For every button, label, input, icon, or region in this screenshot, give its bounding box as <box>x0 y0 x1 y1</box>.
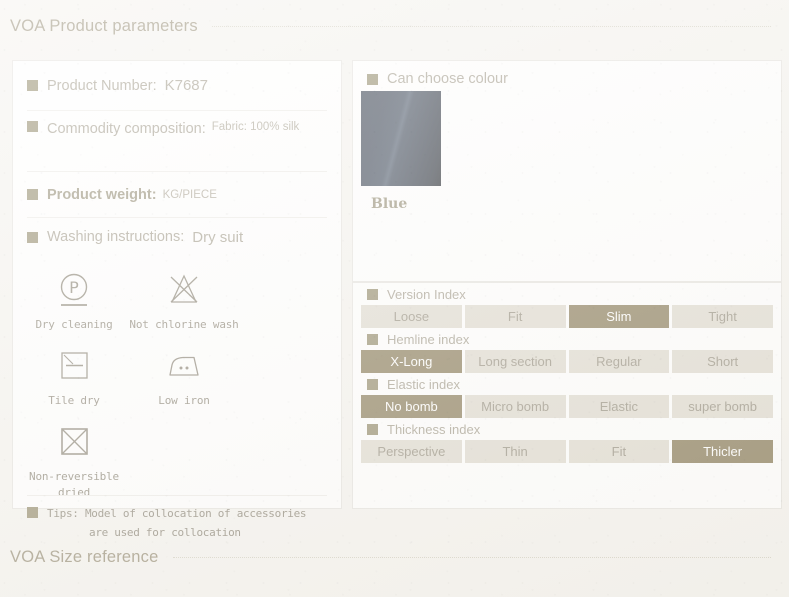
wash-symbol-non-reversible-dried: Non-reversible dried <box>19 409 129 501</box>
index-group-version: Version Index Loose Fit Slim Tight <box>353 283 781 328</box>
elastic-index-label: Elastic index <box>387 376 460 392</box>
tips-line-2: are used for collocation <box>89 526 241 540</box>
bullet-square-icon <box>367 333 378 345</box>
size-reference-title: VOA Size reference <box>10 548 159 566</box>
option-x-long[interactable]: X-Long <box>361 350 462 373</box>
colour-swatch-blue[interactable] <box>361 91 441 186</box>
row-commodity-composition: Commodity composition: Fabric: 100% silk <box>13 111 341 171</box>
bullet-square-icon <box>367 73 378 85</box>
colour-label: Can choose colour <box>387 71 508 87</box>
index-group-header: Thickness index <box>361 418 773 440</box>
option-loose[interactable]: Loose <box>361 305 462 328</box>
option-thin[interactable]: Thin <box>464 440 566 463</box>
colour-header: Can choose colour <box>367 71 508 87</box>
option-regular[interactable]: Regular <box>568 350 670 373</box>
tips-text: Tips: Model of collocation of accessorie… <box>47 504 307 543</box>
row-product-weight: Product weight: KG/PIECE <box>13 172 341 217</box>
non-reversible-dried-icon <box>53 419 95 465</box>
wash-symbol-caption: Not chlorine wash <box>129 318 239 331</box>
hemline-index-options: X-Long Long section Regular Short <box>361 350 773 373</box>
colour-selection-card: Can choose colour Blue <box>352 60 782 282</box>
row-product-number: Product Number: K7687 <box>13 61 341 110</box>
washing-symbols-grid: P Dry cleaning Not chlorine wash Tile dr… <box>13 257 341 501</box>
bullet-square-icon <box>367 423 378 435</box>
colour-swatch-option[interactable]: Blue <box>361 91 441 212</box>
bullet-square-icon <box>27 507 38 518</box>
option-no-bomb[interactable]: No bomb <box>361 395 462 418</box>
composition-value: Fabric: 100% silk <box>211 121 300 133</box>
thickness-index-label: Thickness index <box>387 421 481 437</box>
section-header-product-parameters: VOA Product parameters <box>0 17 789 36</box>
composition-label: Commodity composition: <box>47 121 206 137</box>
header-dotted-rule <box>211 25 771 28</box>
wash-symbol-tile-dry: Tile dry <box>19 333 129 409</box>
option-slim[interactable]: Slim <box>568 305 670 328</box>
index-group-hemline: Hemline index X-Long Long section Regula… <box>353 328 781 373</box>
colour-swatch-name: Blue <box>371 196 408 212</box>
header-dotted-rule <box>172 556 771 559</box>
divider <box>27 495 327 496</box>
svg-text:P: P <box>69 278 79 297</box>
wash-symbol-low-iron: Low iron <box>129 333 239 409</box>
product-number-label: Product Number: <box>47 77 157 94</box>
page-title: VOA Product parameters <box>10 17 198 35</box>
option-tight[interactable]: Tight <box>672 305 773 328</box>
index-group-thickness: Thickness index Perspective Thin Fit Thi… <box>353 418 781 463</box>
index-group-header: Version Index <box>361 283 773 305</box>
index-group-elastic: Elastic index No bomb Micro bomb Elastic… <box>353 373 781 418</box>
option-fit[interactable]: Fit <box>568 440 670 463</box>
product-weight-value: KG/PIECE <box>162 188 217 201</box>
no-chlorine-icon <box>163 267 205 313</box>
wash-symbol-dry-cleaning: P Dry cleaning <box>19 257 129 333</box>
tile-dry-icon <box>53 343 95 389</box>
product-number-value: K7687 <box>164 77 208 94</box>
washing-instructions-value: Dry suit <box>192 228 244 246</box>
option-super-bomb[interactable]: super bomb <box>672 395 773 418</box>
section-header-size-reference: VOA Size reference <box>0 548 789 567</box>
dry-cleaning-icon: P <box>53 267 95 313</box>
washing-instructions-label: Washing instructions: <box>47 229 185 245</box>
bullet-square-icon <box>367 288 378 300</box>
wash-symbol-caption: Tile dry <box>48 393 100 407</box>
index-selection-card: Version Index Loose Fit Slim Tight Hemli… <box>352 282 782 509</box>
wash-symbol-caption: Dry cleaning <box>35 318 113 331</box>
version-index-options: Loose Fit Slim Tight <box>361 305 773 328</box>
index-group-header: Elastic index <box>361 373 773 395</box>
option-micro-bomb[interactable]: Micro bomb <box>464 395 566 418</box>
product-details-card: Product Number: K7687 Commodity composit… <box>12 60 342 539</box>
product-weight-label: Product weight: <box>47 186 157 203</box>
elastic-index-options: No bomb Micro bomb Elastic super bomb <box>361 395 773 418</box>
bullet-square-icon <box>27 121 38 132</box>
bullet-square-icon <box>27 231 38 243</box>
bullet-square-icon <box>27 80 38 91</box>
row-tips: Tips: Model of collocation of accessorie… <box>13 504 341 543</box>
wash-symbol-no-chlorine: Not chlorine wash <box>129 257 239 333</box>
option-fit[interactable]: Fit <box>464 305 566 328</box>
hemline-index-label: Hemline index <box>387 331 470 347</box>
option-thicler[interactable]: Thicler <box>672 440 773 463</box>
version-index-label: Version Index <box>387 286 466 302</box>
option-short[interactable]: Short <box>672 350 773 373</box>
row-washing-instructions: Washing instructions: Dry suit <box>13 218 341 256</box>
bullet-square-icon <box>367 378 378 390</box>
wash-symbol-caption: Low iron <box>158 393 210 407</box>
low-iron-icon <box>160 343 208 389</box>
option-long-section[interactable]: Long section <box>464 350 566 373</box>
thickness-index-options: Perspective Thin Fit Thicler <box>361 440 773 463</box>
bullet-square-icon <box>27 189 38 200</box>
tips-line-1: Model of collocation of accessories <box>84 507 307 520</box>
option-perspective[interactable]: Perspective <box>361 440 462 463</box>
option-elastic[interactable]: Elastic <box>568 395 670 418</box>
tips-label: Tips: <box>47 507 79 520</box>
index-group-header: Hemline index <box>361 328 773 350</box>
